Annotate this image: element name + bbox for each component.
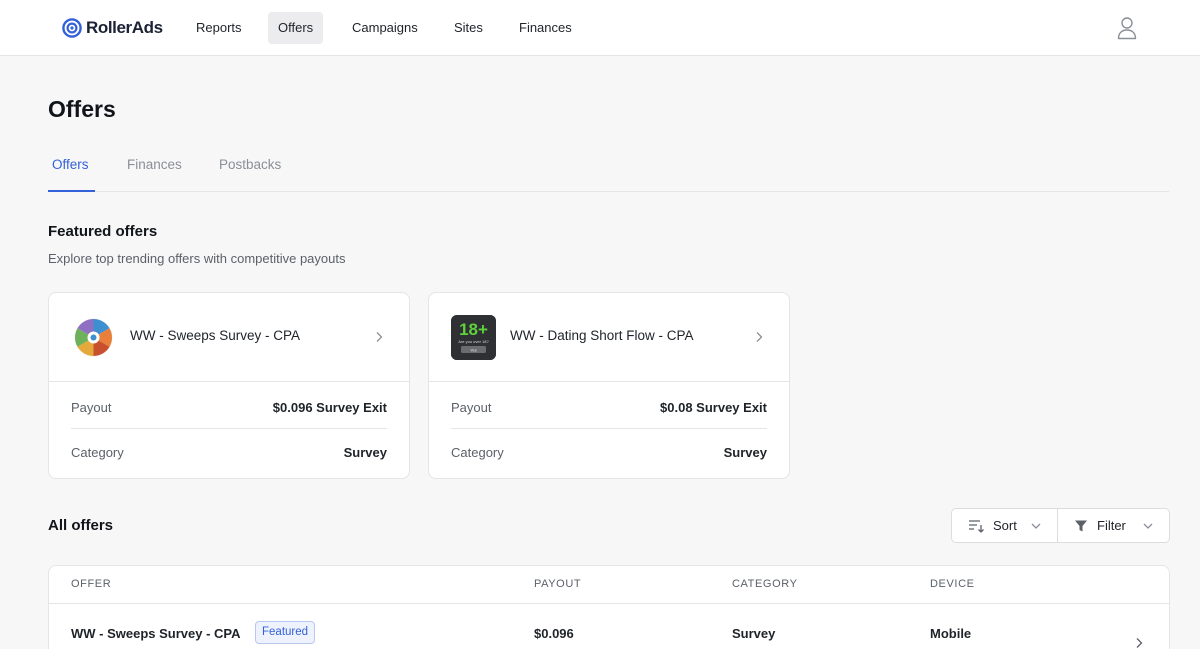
payout-row: Payout $0.08 Survey Exit [451,385,767,429]
all-offers-title: All offers [48,517,114,534]
payout-label: Payout [71,400,112,415]
age-18-plus-icon: 18+ Are you over 18? Yes [451,315,496,360]
table-row[interactable]: WW - Sweeps Survey - CPA Featured $0.096… [49,604,1169,649]
table-header-row: Offer Payout Category Device [49,566,1169,604]
payout-value: $0.08 Survey Exit [660,400,767,415]
featured-badge: Featured [255,621,316,644]
chevron-down-icon [1143,523,1153,529]
nav-item-reports[interactable]: Reports [186,12,252,44]
filter-icon [1075,520,1087,531]
nav-item-finances[interactable]: Finances [509,12,582,44]
sort-filter-group: Sort Filter [951,508,1170,543]
tabs-divider [48,191,1169,192]
card-header: WW - Sweeps Survey - CPA [49,293,409,382]
nav-item-offers[interactable]: Offers [268,12,324,44]
chevron-right-icon [376,332,383,342]
top-navigation-bar: RollerAds Reports Offers Campaigns Sites… [0,0,1200,56]
featured-offers-title: Featured offers [48,223,158,240]
chevron-down-icon [1031,523,1041,529]
tab-offers[interactable]: Offers [52,157,89,172]
column-header-payout[interactable]: Payout [534,578,581,590]
tab-postbacks[interactable]: Postbacks [219,157,281,172]
chevron-right-icon[interactable] [1135,637,1143,649]
category-value: Survey [723,445,767,460]
age-yes-button-text: Yes [470,347,477,352]
sort-button[interactable]: Sort [952,509,1058,542]
device-cell: Mobile [930,626,972,641]
nav-item-sites[interactable]: Sites [444,12,493,44]
age-badge-text: 18+ [459,320,488,339]
active-tab-indicator [48,190,95,192]
brand-name: RollerAds [86,18,163,37]
tab-finances[interactable]: Finances [127,157,182,172]
sort-label: Sort [993,518,1017,533]
column-header-offer[interactable]: Offer [71,578,111,590]
filter-button[interactable]: Filter [1058,509,1169,542]
featured-offer-card[interactable]: WW - Sweeps Survey - CPA Payout $0.096 S… [48,292,410,479]
page-title: Offers [48,96,116,122]
category-value: Survey [343,445,387,460]
age-question-text: Are you over 18? [458,339,489,344]
payout-cell: $0.096 [534,626,574,641]
payout-label: Payout [451,400,492,415]
prize-wheel-icon [71,315,116,360]
featured-offers-subtitle: Explore top trending offers with competi… [48,251,346,266]
column-header-category[interactable]: Category [732,578,798,590]
featured-offer-card[interactable]: 18+ Are you over 18? Yes WW - Dating Sho… [428,292,790,479]
offer-name: WW - Sweeps Survey - CPA [130,328,301,343]
card-header: 18+ Are you over 18? Yes WW - Dating Sho… [429,293,789,382]
user-icon[interactable] [1116,16,1138,40]
nav-item-campaigns[interactable]: Campaigns [342,12,428,44]
offers-table: Offer Payout Category Device WW - Sweeps… [48,565,1170,649]
filter-label: Filter [1097,518,1126,533]
brand-logo[interactable]: RollerAds [62,17,163,39]
category-row: Category Survey [71,430,387,474]
offer-name: WW - Dating Short Flow - CPA [510,328,694,343]
logo-mark-icon [62,18,82,38]
category-row: Category Survey [451,430,767,474]
column-header-device[interactable]: Device [930,578,975,590]
payout-value: $0.096 Survey Exit [272,400,387,415]
category-cell: Survey [732,626,776,641]
offer-cell: WW - Sweeps Survey - CPA [71,626,241,641]
category-label: Category [71,445,124,460]
chevron-right-icon [756,332,763,342]
category-label: Category [451,445,504,460]
sort-icon [969,519,984,533]
payout-row: Payout $0.096 Survey Exit [71,385,387,429]
